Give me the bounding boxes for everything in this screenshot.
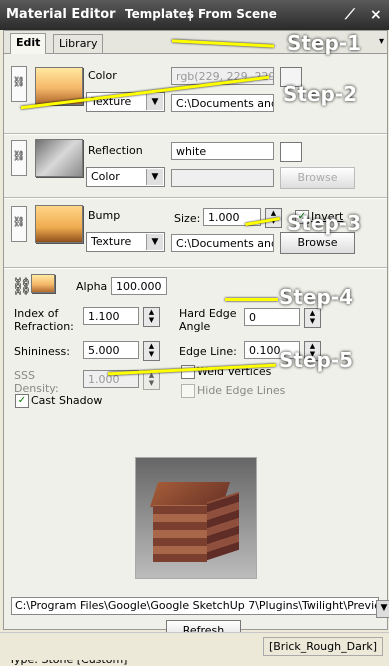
size-label: Size:: [174, 212, 201, 225]
chain-icon[interactable]: ⛓: [11, 66, 27, 102]
chevron-down-icon[interactable]: ▾: [379, 36, 384, 47]
cast-shadow-label: Cast Shadow: [31, 394, 103, 407]
step-5-callout: Step-5: [279, 348, 354, 372]
color-path-field[interactable]: C:\Documents and :: [171, 94, 274, 112]
step-3-callout: Step-3: [287, 211, 362, 235]
alpha-label: Alpha: [76, 280, 108, 293]
step-4-callout: Step-4: [279, 285, 354, 309]
chain-icon[interactable]: ⛓: [11, 140, 27, 176]
bump-label: Bump: [88, 209, 121, 222]
title-bar: Material Editor Templates | From Scene ⟋…: [0, 0, 389, 30]
callout-line-4: [225, 298, 278, 301]
reflection-color-box[interactable]: [280, 142, 302, 162]
cube-front: [153, 505, 207, 562]
hard-edge-stepper[interactable]: ▲ ▼: [304, 308, 321, 328]
eyedropper-icon[interactable]: ⟋: [345, 7, 355, 23]
hard-edge-label: Hard Edge Angle: [179, 307, 237, 333]
bump-mode-select[interactable]: Texture ▼: [86, 232, 165, 252]
reflection-path-field[interactable]: [171, 169, 274, 187]
status-bar: [Brick_Rough_Dark]: [0, 632, 389, 660]
link-icon[interactable]: ⛓: [11, 277, 33, 297]
shininess-field[interactable]: 5.000: [83, 341, 139, 359]
alpha-field[interactable]: 100.000: [111, 277, 167, 295]
alpha-thumbnail[interactable]: [31, 274, 55, 293]
material-editor-panel: Edit Library ▾ ⛓ Color Texture ▼ rgb(229,…: [3, 30, 389, 666]
templates-tab[interactable]: Templates: [125, 7, 194, 21]
bump-texture-thumbnail[interactable]: [35, 205, 83, 243]
window-title: Material Editor: [6, 7, 116, 22]
hide-edge-lines-label: Hide Edge Lines: [197, 384, 286, 397]
material-name: [Brick_Rough_Dark]: [263, 637, 383, 656]
shininess-label: Shininess:: [14, 345, 70, 358]
ior-stepper[interactable]: ▲ ▼: [143, 307, 160, 327]
preview-path-select[interactable]: C:\Program Files\Google\Google SketchUp …: [11, 597, 379, 615]
bump-path-field[interactable]: C:\Documents and :: [171, 234, 274, 252]
sss-label: SSS Density:: [14, 369, 59, 395]
chevron-down-icon: ▼: [146, 234, 163, 250]
step-2-callout: Step-2: [283, 82, 358, 106]
ior-label: Index of Refraction:: [14, 307, 74, 333]
edge-line-label: Edge Line:: [179, 345, 237, 358]
hard-edge-field[interactable]: 0: [244, 308, 300, 326]
chevron-down-icon: ▼: [146, 94, 163, 110]
color-label: Color: [88, 69, 117, 82]
close-icon[interactable]: ×: [370, 7, 382, 23]
reflection-thumbnail[interactable]: [35, 139, 83, 177]
reflection-browse-button[interactable]: Browse: [280, 167, 355, 189]
reflection-value-field[interactable]: white: [171, 142, 274, 160]
shininess-stepper[interactable]: ▲ ▼: [143, 341, 160, 361]
bump-browse-button[interactable]: Browse: [280, 232, 355, 254]
reflection-mode-select[interactable]: Color ▼: [86, 167, 165, 187]
chevron-down-icon: ▼: [146, 169, 163, 185]
title-separator: |: [188, 7, 193, 21]
reflection-label: Reflection: [88, 144, 143, 157]
step-1-callout: Step-1: [287, 31, 362, 55]
hide-edge-lines-checkbox[interactable]: [181, 384, 195, 398]
from-scene-tab[interactable]: From Scene: [198, 7, 277, 21]
tab-library[interactable]: Library: [53, 34, 104, 53]
cube-side: [207, 491, 239, 561]
material-preview: [135, 457, 257, 579]
cast-shadow-checkbox[interactable]: [15, 394, 29, 408]
chain-icon[interactable]: ⛓: [11, 206, 27, 242]
row-separator: [4, 267, 387, 269]
row-separator: [4, 197, 387, 199]
ior-field[interactable]: 1.100: [83, 307, 139, 325]
tab-edit[interactable]: Edit: [10, 33, 47, 54]
chevron-down-icon[interactable]: ▼: [376, 600, 389, 618]
row-separator: [4, 133, 387, 135]
